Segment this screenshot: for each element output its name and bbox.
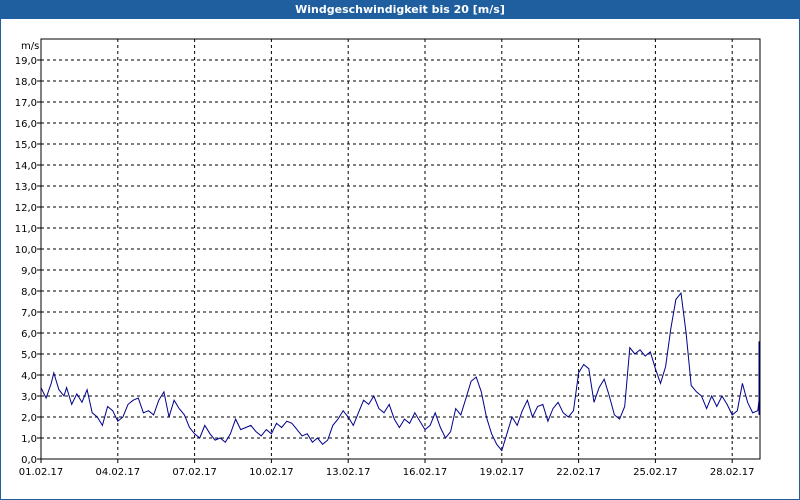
y-tick-label: 17,0 xyxy=(15,98,37,109)
y-tick-label: 0,0 xyxy=(21,455,37,466)
y-tick-label: 2,0 xyxy=(21,413,37,424)
y-tick-label: 16,0 xyxy=(15,119,37,130)
x-tick-label: 10.02.17 xyxy=(249,467,294,478)
y-tick-label: 15,0 xyxy=(15,140,37,151)
y-tick-label: 4,0 xyxy=(21,371,37,382)
x-tick-label: 16.02.17 xyxy=(403,467,448,478)
y-tick-label: 8,0 xyxy=(21,287,37,298)
y-tick-label: 9,0 xyxy=(21,266,37,277)
y-tick-label: 11,0 xyxy=(15,224,37,235)
x-tick-label: 07.02.17 xyxy=(172,467,217,478)
x-axis: 01.02.17 04.02.17 07.02.17 10.02.17 13.02.17… xyxy=(19,459,755,478)
x-tick-label: 25.02.17 xyxy=(633,467,678,478)
y-tick-label: 3,0 xyxy=(21,392,37,403)
y-axis-label: m/s xyxy=(21,41,39,52)
y-tick-label: 18,0 xyxy=(15,77,37,88)
x-tick-label: 22.02.17 xyxy=(556,467,601,478)
line-chart: 0,0 1,0 2,0 3,0 4,0 5,0 6,0 7,0 8,0 9,0 10,0 11,0 12… xyxy=(15,38,761,478)
plot-frame xyxy=(40,38,761,460)
y-tick-label: 12,0 xyxy=(15,203,37,214)
x-tick-label: 04.02.17 xyxy=(96,467,141,478)
y-tick-label: 5,0 xyxy=(21,350,37,361)
grid-lines xyxy=(41,39,760,459)
y-tick-label: 7,0 xyxy=(21,308,37,319)
y-tick-label: 14,0 xyxy=(15,161,37,172)
x-tick-label: 13.02.17 xyxy=(326,467,371,478)
y-tick-label: 13,0 xyxy=(15,182,37,193)
y-tick-label: 6,0 xyxy=(21,329,37,340)
x-tick-label: 19.02.17 xyxy=(480,467,525,478)
y-tick-label: 10,0 xyxy=(15,245,37,256)
y-tick-label: 19,0 xyxy=(15,56,37,67)
x-tick-label: 01.02.17 xyxy=(19,467,64,478)
y-axis: 0,0 1,0 2,0 3,0 4,0 5,0 6,0 7,0 8,0 9,0 10,0 11,0 12… xyxy=(15,56,41,466)
x-tick-label: 28.02.17 xyxy=(710,467,755,478)
y-tick-label: 1,0 xyxy=(21,434,37,445)
series-line xyxy=(40,291,760,452)
